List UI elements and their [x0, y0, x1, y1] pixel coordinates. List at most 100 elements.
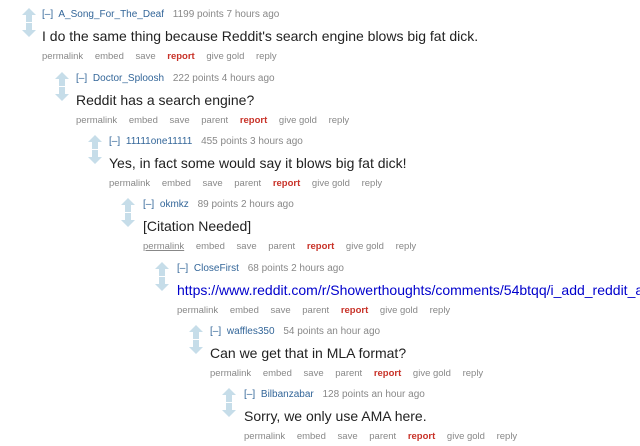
collapse-toggle[interactable]: [–]	[177, 263, 188, 274]
comment-tagline: [–] 11111one11111 455 points 3 hours ago	[109, 135, 407, 149]
reply-button[interactable]: reply	[396, 241, 417, 252]
save-button[interactable]: save	[237, 241, 257, 252]
save-button[interactable]: save	[304, 368, 324, 379]
report-button[interactable]: report	[408, 431, 435, 442]
parent-button[interactable]: parent	[335, 368, 362, 379]
downvote-arrow-icon[interactable]	[22, 23, 36, 37]
comment-author[interactable]: okmkz	[160, 199, 189, 210]
comment-entry: [–] 11111one11111 455 points 3 hours ago…	[109, 135, 407, 191]
embed-button[interactable]: embed	[196, 241, 225, 252]
comment-actions: permalink embed save parent report give …	[143, 240, 425, 254]
downvote-arrow-icon[interactable]	[121, 213, 135, 227]
embed-button[interactable]: embed	[263, 368, 292, 379]
upvote-arrow-icon[interactable]	[88, 135, 102, 149]
comment-body: Can we get that in MLA format?	[210, 345, 407, 361]
comment-tagline: [–] okmkz 89 points 2 hours ago	[143, 198, 425, 212]
comment-time: an hour ago	[371, 389, 425, 400]
upvote-arrow-icon[interactable]	[189, 325, 203, 339]
reply-button[interactable]: reply	[463, 368, 484, 379]
permalink-button[interactable]: permalink	[210, 368, 251, 379]
save-button[interactable]: save	[271, 305, 291, 316]
comment: [–] Doctor_Sploosh 222 points 4 hours ag…	[0, 72, 640, 126]
report-button[interactable]: report	[273, 178, 300, 189]
downvote-arrow-icon[interactable]	[222, 403, 236, 417]
permalink-button[interactable]: permalink	[143, 241, 184, 252]
report-button[interactable]: report	[240, 115, 267, 126]
collapse-toggle[interactable]: [–]	[76, 73, 87, 84]
comment: [–] okmkz 89 points 2 hours ago [Citatio…	[0, 198, 640, 252]
save-button[interactable]: save	[136, 51, 156, 62]
downvote-arrow-icon[interactable]	[88, 150, 102, 164]
collapse-toggle[interactable]: [–]	[244, 389, 255, 400]
comment-score: 89 points	[197, 199, 239, 210]
permalink-button[interactable]: permalink	[76, 115, 117, 126]
comment-score: 54 points	[283, 326, 324, 337]
upvote-arrow-icon[interactable]	[155, 262, 169, 276]
reply-button[interactable]: reply	[430, 305, 451, 316]
give-gold-button[interactable]: give gold	[312, 178, 350, 189]
save-button[interactable]: save	[338, 431, 358, 442]
embed-button[interactable]: embed	[129, 115, 158, 126]
report-button[interactable]: report	[307, 241, 334, 252]
collapse-toggle[interactable]: [–]	[109, 136, 120, 147]
comment-actions: permalink embed save parent report give …	[210, 367, 492, 381]
permalink-button[interactable]: permalink	[177, 305, 218, 316]
parent-button[interactable]: parent	[234, 178, 261, 189]
comment-time: 4 hours ago	[221, 73, 275, 84]
comment-author[interactable]: Bilbanzabar	[261, 389, 314, 400]
permalink-button[interactable]: permalink	[42, 51, 83, 62]
collapse-toggle[interactable]: [–]	[42, 9, 53, 20]
give-gold-button[interactable]: give gold	[413, 368, 451, 379]
comment-score: 455 points	[201, 136, 248, 147]
comment-entry: [–] okmkz 89 points 2 hours ago [Citatio…	[143, 198, 425, 254]
comment-author[interactable]: Doctor_Sploosh	[93, 73, 164, 84]
comment-author[interactable]: 11111one11111	[126, 136, 192, 147]
comment-tagline: [–] waffles350 54 points an hour ago	[210, 325, 492, 339]
save-button[interactable]: save	[170, 115, 190, 126]
permalink-button[interactable]: permalink	[244, 431, 285, 442]
embed-button[interactable]: embed	[230, 305, 259, 316]
comment-author[interactable]: waffles350	[227, 326, 275, 337]
embed-button[interactable]: embed	[297, 431, 326, 442]
embed-button[interactable]: embed	[162, 178, 191, 189]
report-button[interactable]: report	[341, 305, 368, 316]
comment-body: Reddit has a search engine?	[76, 92, 255, 108]
comment-author[interactable]: A_Song_For_The_Deaf	[58, 9, 164, 20]
comment-tagline: [–] CloseFirst 68 points 2 hours ago	[177, 262, 640, 276]
upvote-arrow-icon[interactable]	[22, 8, 36, 22]
collapse-toggle[interactable]: [–]	[143, 199, 154, 210]
comment: [–] A_Song_For_The_Deaf 1199 points 7 ho…	[0, 8, 640, 62]
give-gold-button[interactable]: give gold	[346, 241, 384, 252]
parent-button[interactable]: parent	[201, 115, 228, 126]
reply-button[interactable]: reply	[329, 115, 350, 126]
parent-button[interactable]: parent	[369, 431, 396, 442]
reply-button[interactable]: reply	[497, 431, 518, 442]
parent-button[interactable]: parent	[268, 241, 295, 252]
reply-button[interactable]: reply	[362, 178, 383, 189]
comment-time: 2 hours ago	[240, 199, 294, 210]
comment-author[interactable]: CloseFirst	[194, 263, 239, 274]
comment-link[interactable]: https://www.reddit.com/r/Showerthoughts/…	[177, 282, 640, 298]
upvote-arrow-icon[interactable]	[222, 388, 236, 402]
parent-button[interactable]: parent	[302, 305, 329, 316]
downvote-arrow-icon[interactable]	[155, 277, 169, 291]
reply-button[interactable]: reply	[256, 51, 277, 62]
report-button[interactable]: report	[374, 368, 401, 379]
downvote-arrow-icon[interactable]	[189, 340, 203, 354]
vote-buttons	[121, 198, 135, 227]
comment-actions: permalink embed save parent report give …	[109, 177, 407, 191]
upvote-arrow-icon[interactable]	[55, 72, 69, 86]
collapse-toggle[interactable]: [–]	[210, 326, 221, 337]
give-gold-button[interactable]: give gold	[380, 305, 418, 316]
comment-tagline: [–] Bilbanzabar 128 points an hour ago	[244, 388, 526, 402]
give-gold-button[interactable]: give gold	[447, 431, 485, 442]
upvote-arrow-icon[interactable]	[121, 198, 135, 212]
embed-button[interactable]: embed	[95, 51, 124, 62]
permalink-button[interactable]: permalink	[109, 178, 150, 189]
give-gold-button[interactable]: give gold	[279, 115, 317, 126]
report-button[interactable]: report	[167, 51, 194, 62]
save-button[interactable]: save	[203, 178, 223, 189]
downvote-arrow-icon[interactable]	[55, 87, 69, 101]
give-gold-button[interactable]: give gold	[206, 51, 244, 62]
comment-score: 128 points	[322, 389, 369, 400]
